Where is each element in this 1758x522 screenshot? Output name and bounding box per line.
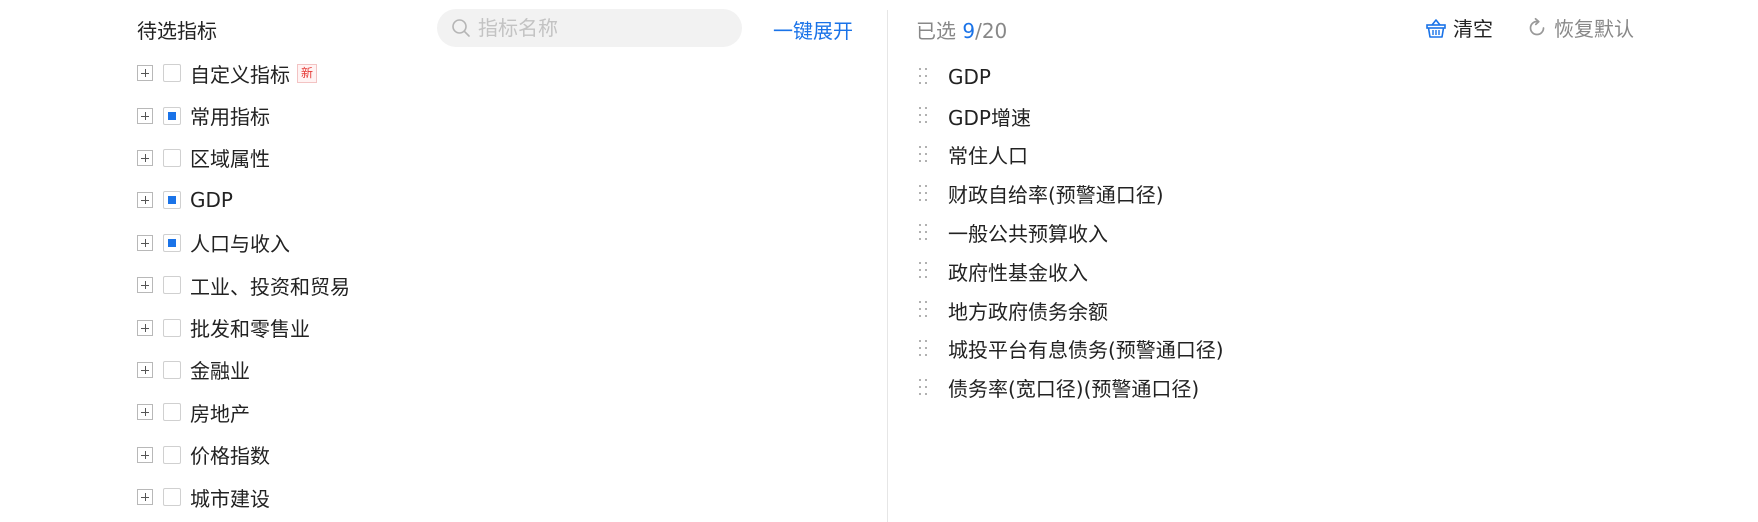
panel-title: 待选指标 [137,19,217,43]
drag-handle-icon[interactable] [918,339,930,359]
selected-item-label: 常住人口 [948,144,1028,169]
tree-checkbox[interactable] [163,64,181,83]
tree-checkbox[interactable] [163,276,181,295]
drag-handle-icon[interactable] [918,261,930,281]
expand-plus-icon[interactable] [137,404,153,421]
selected-item[interactable]: 城投平台有息债务(预警通口径) [918,330,1224,369]
expand-plus-icon[interactable] [137,107,153,124]
expand-plus-icon[interactable] [137,319,153,336]
selected-item-label: 财政自给率(预警通口径) [948,183,1164,208]
selected-item-label: 政府性基金收入 [948,260,1088,285]
drag-handle-icon[interactable] [918,223,930,243]
expand-plus-icon[interactable] [137,489,153,506]
new-badge: 新 [297,63,318,83]
drag-handle-icon[interactable] [918,184,930,204]
tree-checkbox[interactable] [163,148,181,167]
refresh-icon [1529,17,1545,35]
reset-default-button[interactable]: 恢复默认 [1526,13,1634,42]
tree-row[interactable]: 金融业 [137,349,350,391]
selected-item-label: 一般公共预算收入 [948,222,1108,247]
tree-row[interactable]: 人口与收入 [137,222,350,264]
tree-checkbox[interactable] [163,191,181,210]
tree-row[interactable]: 批发和零售业 [137,306,350,348]
selected-count-prefix: 已选 [916,19,956,43]
expand-plus-icon[interactable] [137,277,153,294]
drag-handle-icon[interactable] [918,378,930,398]
tree-checkbox[interactable] [163,106,181,125]
tree-row[interactable]: 城市建设 [137,476,350,518]
tree-label: 自定义指标 [190,62,290,87]
selected-item-label: GDP [948,65,991,90]
indicator-picker-panel: 待选指标 一键展开 自定义指标新常用指标区域属性 GDP 人口与收入工业、投资和贸易… [0,0,887,522]
tree-label: 批发和零售业 [190,317,310,342]
tree-checkbox[interactable] [163,488,181,507]
selected-item[interactable]: 地方政府债务余额 [918,291,1224,330]
tree-row[interactable]: 房地产 [137,391,350,433]
tree-row[interactable]: GDP [137,179,350,221]
selected-item[interactable]: GDP增速 [918,97,1224,136]
reset-default-label: 恢复默认 [1554,17,1634,41]
drag-handle-icon[interactable] [918,300,930,320]
drag-handle-icon[interactable] [918,145,930,165]
drag-handle-icon[interactable] [918,106,930,126]
selected-count: 已选 9/20 [916,15,1007,44]
tree-checkbox[interactable] [163,445,181,464]
clear-button-label: 清空 [1453,17,1493,41]
tree-checkbox[interactable] [163,360,181,379]
search-input[interactable] [478,16,728,40]
drag-handle-icon[interactable] [918,67,930,87]
selected-indicators-panel: 已选 9/20 清空 恢复默认 GDP GDP增速常住人口财政自给率(预警通口径)… [888,0,1758,522]
selected-item[interactable]: 政府性基金收入 [918,252,1224,291]
tree-label: 人口与收入 [190,232,290,257]
selected-item[interactable]: GDP [918,58,1224,97]
tree-label: 金融业 [190,359,250,384]
tree-checkbox[interactable] [163,233,181,252]
tree-checkbox[interactable] [163,318,181,337]
tree-label: 常用指标 [190,105,270,130]
selected-count-total: /20 [975,19,1008,43]
tree-row[interactable]: 常用指标 [137,94,350,136]
expand-plus-icon[interactable] [137,149,153,166]
selected-item-label: 债务率(宽口径)(预警通口径) [948,377,1200,402]
search-icon [452,19,470,37]
selected-item-label: 地方政府债务余额 [948,299,1108,324]
expand-plus-icon[interactable] [137,234,153,251]
tree-label: 区域属性 [190,147,270,172]
tree-label: 房地产 [190,401,250,426]
expand-plus-icon[interactable] [137,65,153,82]
selected-item-label: GDP增速 [948,105,1031,130]
tree-row[interactable]: 工业、投资和贸易 [137,264,350,306]
selected-item[interactable]: 一般公共预算收入 [918,213,1224,252]
tree-row[interactable]: 价格指数 [137,434,350,476]
selected-item[interactable]: 债务率(宽口径)(预警通口径) [918,368,1224,407]
search-box[interactable] [437,9,742,47]
selected-item[interactable]: 常住人口 [918,136,1224,175]
selected-item[interactable]: 财政自给率(预警通口径) [918,174,1224,213]
clear-button[interactable]: 清空 [1425,13,1493,42]
tree-label: GDP [190,188,233,213]
tree-label: 工业、投资和贸易 [190,274,350,299]
expand-all-link[interactable]: 一键展开 [773,15,853,44]
expand-plus-icon[interactable] [137,446,153,463]
selected-list: GDP GDP增速常住人口财政自给率(预警通口径) 一般公共预算收入 政府性基金收入地… [918,58,1224,407]
basket-icon [1426,18,1446,38]
tree-row[interactable]: 自定义指标新 [137,52,350,94]
tree-row[interactable]: 区域属性 [137,137,350,179]
selected-item-label: 城投平台有息债务(预警通口径) [948,338,1224,363]
expand-plus-icon[interactable] [137,361,153,378]
indicator-tree: 自定义指标新常用指标区域属性 GDP 人口与收入工业、投资和贸易 批发和零售业 金融业房… [137,52,350,518]
tree-checkbox[interactable] [163,403,181,422]
expand-plus-icon[interactable] [137,192,153,209]
selected-count-number: 9 [962,19,976,43]
tree-label: 价格指数 [190,444,270,469]
tree-label: 城市建设 [190,486,270,511]
